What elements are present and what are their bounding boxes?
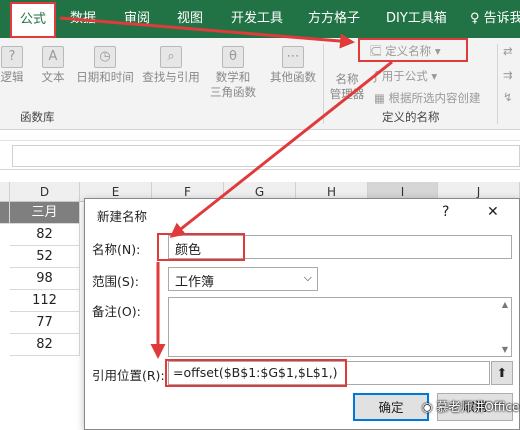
collapse-dialog-button[interactable]: ⬆ [491,361,513,385]
table-cell[interactable]: 98 [10,268,80,290]
chevron-down-icon: ⌵ [303,271,312,284]
trace-dependents-icon[interactable]: ⇉ [503,68,513,82]
ribbon-tab-bar: 公式 数据 审阅 视图 开发工具 方方格子 DIY工具箱 ♀ 告诉我 [0,0,520,38]
name-manager-label-2: 管理器 [329,87,365,101]
tab-developer[interactable]: 开发工具 [231,0,283,38]
dialog-title: 新建名称 [97,209,148,224]
column-header-d[interactable]: D [10,182,80,202]
chevron-down-icon: ▾ [431,69,438,83]
new-name-dialog: 新建名称 ? ✕ 名称(N): 颜色 范围(S): 工作簿 ⌵ 备注(O): ▲… [84,198,520,430]
name-highlight [157,233,245,261]
math-label-2: 三角函数 [210,85,256,99]
refers-to-label: 引用位置(R): [92,368,165,383]
help-button[interactable]: ? [442,204,449,220]
formula-input[interactable] [12,145,520,167]
math-button[interactable]: θ 数学和 三角函数 [204,46,262,100]
grid-icon: ▦ [374,91,385,105]
lookup-button[interactable]: ⌕ 查找与引用 [138,46,204,85]
tell-me-label: 告诉我 [483,11,520,26]
text-icon: A [42,46,64,68]
column-header-c[interactable] [0,182,10,202]
formula-bar [0,140,520,170]
wechat-icon: ◉ [422,400,433,414]
scope-value: 工作簿 [175,275,215,290]
formula-icon: ƒ [374,69,379,83]
scroll-down-icon[interactable]: ▼ [502,345,508,354]
scroll-up-icon[interactable]: ▲ [502,300,508,309]
function-library-label: 函数库 [20,110,55,124]
use-in-formula-button[interactable]: ƒ 用于公式 ▾ [374,68,437,84]
watermark-text: 慕老师讲Office [436,400,520,414]
remove-arrows-icon[interactable]: ↯ [503,90,513,104]
tab-fangfang[interactable]: 方方格子 [308,0,360,38]
ok-button[interactable]: 确定 [353,393,429,421]
question-icon: ? [1,46,23,68]
watermark: ◉ 慕老师讲Office [422,398,519,415]
lookup-label: 查找与引用 [142,70,200,84]
table-cell[interactable]: 112 [10,290,80,312]
tab-diy-toolbox[interactable]: DIY工具箱 [386,0,447,38]
ribbon-divider [323,44,324,124]
other-functions-button[interactable]: ⋯ 其他函数 [264,46,322,85]
datetime-label: 日期和时间 [76,70,134,84]
define-name-highlight [358,38,468,62]
comment-textarea[interactable]: ▲ ▼ [168,297,512,357]
tab-tell-me[interactable]: ♀ 告诉我 [470,0,520,38]
tab-view[interactable]: 视图 [177,0,203,38]
table-cell[interactable]: 52 [10,246,80,268]
table-cell[interactable] [0,202,10,224]
lightbulb-icon: ♀ [470,11,480,26]
math-label-1: 数学和 [215,70,251,84]
table-cell[interactable]: 82 [10,224,80,246]
create-from-selection-button[interactable]: ▦ 根据所选内容创建 [374,90,481,106]
ribbon-divider [497,44,498,124]
close-icon[interactable]: ✕ [487,204,499,220]
scope-select[interactable]: 工作簿 ⌵ [168,267,318,291]
tab-formulas[interactable]: 公式 [10,2,57,38]
use-in-formula-label: 用于公式 [381,69,428,83]
defined-names-label: 定义的名称 [382,110,440,124]
comment-label: 备注(O): [92,304,141,319]
tab-data[interactable]: 数据 [70,0,96,38]
refers-to-highlight [165,359,347,387]
theta-icon: θ [222,46,244,68]
name-manager-button[interactable]: 名称 管理器 [328,72,366,102]
tab-review[interactable]: 审阅 [124,0,150,38]
logic-button[interactable]: ? 逻辑 [0,46,30,85]
logic-label: 逻辑 [0,70,24,84]
other-label: 其他函数 [270,70,316,84]
scope-label: 范围(S): [92,274,139,289]
text-button[interactable]: A 文本 [36,46,70,85]
table-cell[interactable]: 82 [10,334,80,356]
create-from-selection-label: 根据所选内容创建 [388,91,481,105]
text-label: 文本 [41,70,65,84]
arrow-up-icon: ⬆ [496,365,508,380]
lookup-icon: ⌕ [160,46,182,68]
clock-icon: ◷ [94,46,116,68]
name-label: 名称(N): [92,242,141,257]
datetime-button[interactable]: ◷ 日期和时间 [74,46,136,85]
header-cell-march[interactable]: 三月 [10,202,80,224]
trace-icon[interactable]: ⇄ [503,44,513,58]
more-functions-icon: ⋯ [282,46,304,68]
name-manager-label-1: 名称 [335,72,359,86]
table-cell[interactable]: 77 [10,312,80,334]
